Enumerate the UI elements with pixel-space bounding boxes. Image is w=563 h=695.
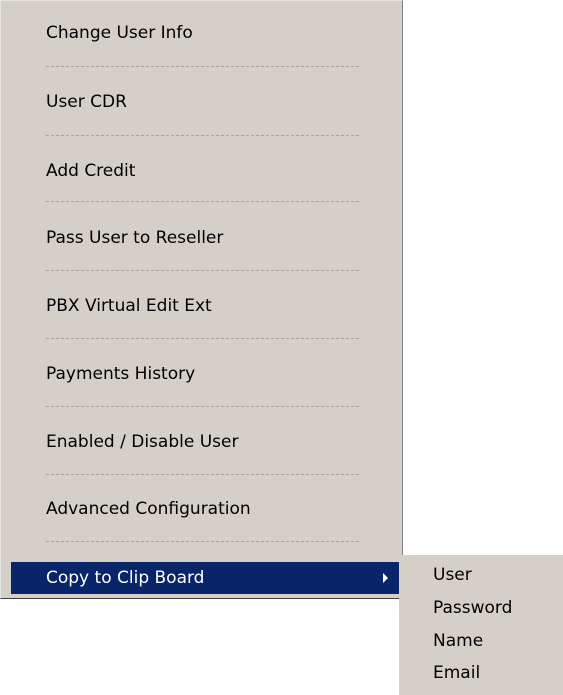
menu-separator [46, 135, 359, 136]
menu-item-enable-disable-user[interactable]: Enabled / Disable User [11, 427, 359, 457]
copy-submenu: User Password Name Email [399, 555, 563, 695]
submenu-item-email[interactable]: Email [433, 659, 480, 687]
submenu-item-name[interactable]: Name [433, 627, 483, 655]
menu-separator [46, 474, 359, 475]
screen: Change User Info User CDR Add Credit Pas… [0, 0, 563, 695]
menu-item-copy-to-clipboard[interactable]: Copy to Clip Board [11, 562, 400, 594]
menu-separator [46, 541, 359, 542]
menu-separator [46, 270, 359, 271]
menu-item-payments-history[interactable]: Payments History [11, 359, 359, 389]
menu-item-pass-user-to-reseller[interactable]: Pass User to Reseller [11, 223, 359, 253]
submenu-item-password[interactable]: Password [433, 594, 512, 622]
menu-separator [46, 66, 359, 67]
menu-separator [46, 338, 359, 339]
menu-item-label: Copy to Clip Board [46, 568, 205, 588]
menu-item-pbx-virtual-edit-ext[interactable]: PBX Virtual Edit Ext [11, 291, 359, 321]
menu-item-user-cdr[interactable]: User CDR [11, 87, 359, 117]
menu-separator [46, 406, 359, 407]
menu-item-advanced-configuration[interactable]: Advanced Configuration [11, 494, 359, 524]
submenu-item-user[interactable]: User [433, 561, 472, 589]
submenu-arrow-icon [383, 573, 388, 583]
menu-item-change-user-info[interactable]: Change User Info [11, 18, 359, 48]
menu-separator [46, 201, 359, 202]
context-menu: Change User Info User CDR Add Credit Pas… [0, 0, 403, 599]
menu-item-add-credit[interactable]: Add Credit [11, 156, 359, 186]
